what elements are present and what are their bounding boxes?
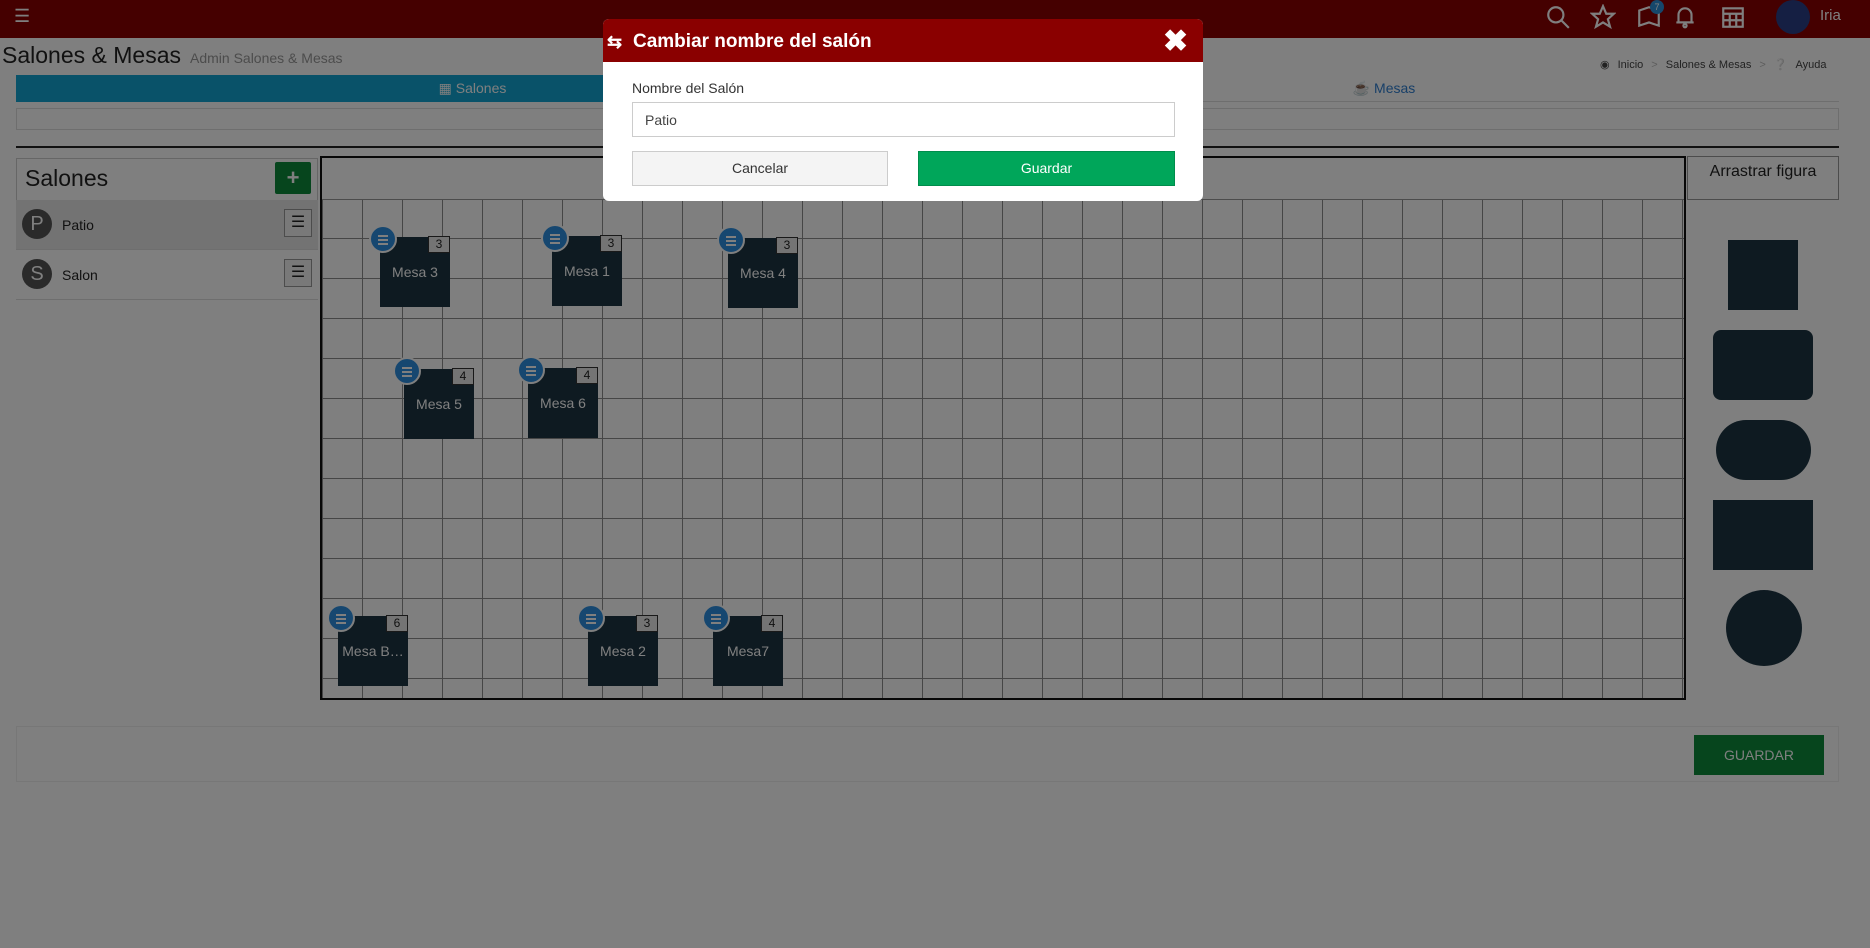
rename-salon-dialog: ⇆ Cambiar nombre del salón ✖ Nombre del …	[603, 19, 1203, 201]
close-icon[interactable]: ✖	[1163, 24, 1188, 59]
save-button[interactable]: Guardar	[918, 151, 1175, 186]
dialog-title: Cambiar nombre del salón	[633, 31, 872, 52]
cancel-button[interactable]: Cancelar	[632, 151, 888, 186]
swap-icon: ⇆	[607, 32, 623, 52]
salon-name-field[interactable]	[632, 102, 1175, 137]
dialog-header: ⇆ Cambiar nombre del salón ✖	[603, 19, 1203, 62]
salon-name-label: Nombre del Salón	[632, 80, 745, 96]
